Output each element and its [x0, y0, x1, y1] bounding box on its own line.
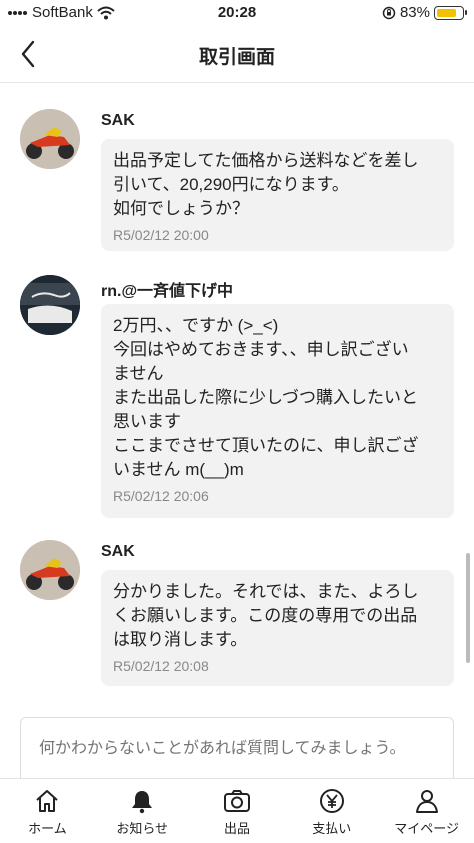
message-input[interactable]	[39, 736, 435, 778]
header: 取引画面	[0, 26, 474, 83]
tab-home[interactable]: ホーム	[0, 779, 95, 843]
tab-label: お知らせ	[116, 821, 169, 836]
coca-cola-avatar-image	[20, 275, 80, 335]
message-bubble: 分かりました。それでは、また、よろし くお願いします。この度の専用での出品 は取…	[101, 570, 454, 686]
person-icon	[413, 787, 441, 815]
tab-bar: ホーム お知らせ 出品 支払い マイページ	[0, 778, 474, 843]
motorcycle-avatar-image	[20, 540, 80, 600]
message-input-container[interactable]	[20, 717, 454, 778]
sender-name: SAK	[101, 543, 135, 560]
motorcycle-avatar-image	[20, 109, 80, 169]
avatar[interactable]	[20, 275, 80, 335]
message-time: R5/02/12 20:08	[113, 658, 209, 674]
sender-name: rn.@一斉値下げ中	[101, 283, 234, 300]
tab-label: マイページ	[394, 821, 459, 836]
orientation-lock-icon	[382, 6, 396, 19]
battery-percent: 83%	[399, 4, 430, 21]
tab-notifications[interactable]: お知らせ	[95, 779, 190, 843]
tab-label: 支払い	[312, 821, 352, 836]
message-text: 2万円、、ですか (>_<) 今回はやめておきます、、申し訳ござい ません また…	[113, 316, 419, 479]
tab-label: ホーム	[28, 821, 67, 836]
battery-icon	[434, 5, 467, 20]
battery-info: 83%	[382, 4, 467, 21]
message-time: R5/02/12 20:00	[113, 227, 209, 243]
tab-mypage[interactable]: マイページ	[379, 779, 474, 843]
message-text: 出品予定してた価格から送料などを差し 引いて、20,290円になります。 如何で…	[113, 151, 419, 218]
bell-icon	[128, 787, 156, 815]
scrollbar[interactable]	[466, 553, 470, 663]
sender-name: SAK	[101, 112, 135, 129]
page-title: 取引画面	[198, 47, 275, 68]
status-bar: SoftBank 20:28 83%	[0, 0, 474, 26]
avatar[interactable]	[20, 540, 80, 600]
yen-icon	[318, 787, 346, 815]
tab-label: 出品	[223, 821, 250, 836]
message-text: 分かりました。それでは、また、よろし くお願いします。この度の専用での出品 は取…	[113, 582, 419, 649]
battery-level	[437, 8, 456, 17]
tab-payment[interactable]: 支払い	[284, 779, 379, 843]
message-bubble: 2万円、、ですか (>_<) 今回はやめておきます、、申し訳ござい ません また…	[101, 304, 454, 518]
camera-icon	[223, 787, 251, 815]
tab-sell[interactable]: 出品	[190, 779, 285, 843]
chat-area: SAK 出品予定してた価格から送料などを差し 引いて、20,290円になります。…	[0, 83, 474, 778]
message-time: R5/02/12 20:06	[113, 488, 209, 504]
message-bubble: 出品予定してた価格から送料などを差し 引いて、20,290円になります。 如何で…	[101, 139, 454, 251]
avatar[interactable]	[20, 109, 80, 169]
home-icon	[33, 787, 61, 815]
